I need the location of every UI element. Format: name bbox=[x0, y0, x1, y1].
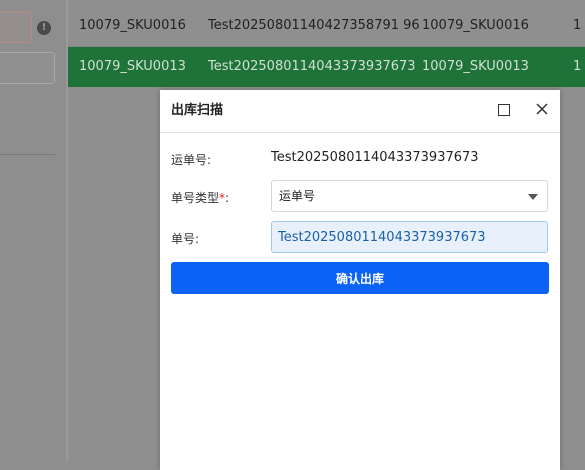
number-type-label: 单号类型*: bbox=[171, 189, 229, 206]
close-icon[interactable] bbox=[534, 101, 550, 117]
maximize-icon[interactable] bbox=[498, 104, 510, 116]
number-type-label-text: 单号类型 bbox=[171, 191, 220, 205]
table-row-selected: 10079_SKU0013 Test2025080114043373937673… bbox=[68, 47, 585, 87]
table-cell-waybill: Test2025080114043373937673 bbox=[208, 59, 416, 74]
info-icon: ! bbox=[37, 21, 51, 35]
table-row: 10079_SKU0016 Test20250801140427358791 9… bbox=[68, 6, 585, 47]
table-cell-qty: 1 bbox=[573, 59, 582, 74]
number-type-selected-value: 运单号 bbox=[279, 189, 316, 203]
background-input-box bbox=[0, 11, 32, 43]
table-cell-sku: 10079_SKU0016 bbox=[79, 18, 186, 33]
table-cell-sku-code: 10079_SKU0013 bbox=[422, 59, 529, 74]
background-separator bbox=[0, 154, 55, 155]
chevron-down-icon bbox=[528, 194, 538, 200]
dialog-title: 出库扫描 bbox=[171, 103, 224, 118]
number-label: 单号: bbox=[171, 232, 200, 246]
waybill-value: Test2025080114043373937673 bbox=[271, 150, 479, 165]
number-input[interactable] bbox=[271, 221, 548, 253]
confirm-outbound-button[interactable]: 确认出库 bbox=[171, 262, 549, 294]
number-type-select[interactable]: 运单号 bbox=[271, 180, 548, 212]
table-cell-sku: 10079_SKU0013 bbox=[79, 59, 186, 74]
background-left-panel: ! bbox=[0, 0, 66, 462]
table-cell-waybill: Test20250801140427358791 96 bbox=[208, 18, 420, 33]
table-cell-sku-code: 10079_SKU0016 bbox=[422, 18, 529, 33]
outbound-scan-dialog: 出库扫描 运单号: Test2025080114043373937673 单号类… bbox=[160, 90, 560, 470]
dialog-header: 出库扫描 bbox=[160, 90, 560, 133]
background-input-field bbox=[0, 52, 55, 84]
table-cell-qty: 1 bbox=[573, 18, 582, 33]
waybill-label: 运单号: bbox=[171, 153, 212, 167]
number-type-colon: : bbox=[225, 191, 230, 205]
